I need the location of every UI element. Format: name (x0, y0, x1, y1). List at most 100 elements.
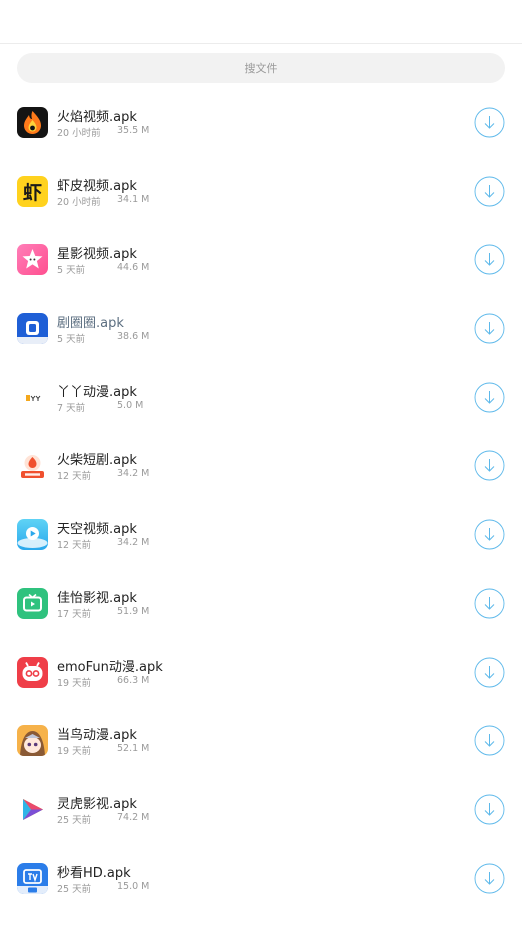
tv-icon (17, 587, 48, 619)
file-time: 25 天前 (57, 814, 92, 826)
file-time: 5 天前 (57, 334, 86, 346)
flame-icon (17, 107, 48, 138)
file-name: 星影视频.apk (57, 247, 137, 263)
file-meta: 5 天前 38.6 M (57, 331, 149, 346)
match-icon (17, 450, 48, 482)
sky-icon (17, 519, 48, 551)
download-button[interactable] (474, 863, 505, 894)
play-triangle-icon (17, 793, 48, 825)
download-button[interactable] (474, 725, 505, 756)
list-item[interactable]: 火柴短剧.apk 12 天前 34.2 M (0, 431, 522, 500)
search-input[interactable] (17, 53, 505, 83)
file-name: 秒看HD.apk (57, 865, 131, 881)
file-meta: 12 天前 34.2 M (57, 468, 149, 483)
file-meta: 19 天前 66.3 M (57, 675, 149, 689)
search-bar (0, 44, 522, 83)
file-size: 66.3 M (117, 674, 150, 686)
download-button[interactable] (474, 794, 505, 825)
tv-hd-icon (17, 862, 48, 894)
file-time: 17 天前 (57, 608, 92, 620)
emofun-icon (17, 656, 48, 688)
download-button[interactable] (474, 176, 505, 207)
download-button[interactable] (474, 107, 505, 138)
download-button[interactable] (474, 382, 505, 413)
file-name: 灵虎影视.apk (57, 796, 137, 812)
anime-girl-icon (17, 725, 48, 757)
download-icon (474, 450, 505, 481)
file-time: 12 天前 (57, 471, 92, 483)
download-icon (474, 657, 505, 687)
file-name: 火焰视频.apk (57, 110, 137, 125)
file-size: 34.2 M (117, 537, 150, 549)
download-button[interactable] (474, 244, 505, 275)
file-size: 38.6 M (117, 331, 150, 343)
list-item[interactable]: 灵虎影视.apk 25 天前 74.2 M (0, 775, 522, 844)
file-meta: 20 小时前 35.5 M (57, 125, 149, 139)
file-meta: 25 天前 74.2 M (57, 812, 149, 826)
list-item[interactable]: 剧圈圈.apk 5 天前 38.6 M (0, 294, 522, 363)
file-name: 虾皮视频.apk (57, 178, 137, 194)
file-size: 34.1 M (117, 193, 150, 205)
svg-text:虾: 虾 (23, 182, 42, 204)
file-meta: 19 天前 52.1 M (57, 743, 149, 758)
file-name: 当鸟动漫.apk (57, 728, 137, 744)
file-time: 20 小时前 (57, 196, 101, 208)
file-time: 25 天前 (57, 883, 92, 895)
file-time: 20 小时前 (57, 128, 101, 139)
yaya-icon (17, 381, 48, 413)
list-item[interactable]: 星影视频.apk 5 天前 44.6 M (0, 225, 522, 294)
file-size: 52.1 M (117, 743, 150, 755)
download-icon (474, 794, 505, 825)
shrimp-icon: 虾 (17, 175, 48, 207)
file-name: 火柴短剧.apk (57, 453, 137, 469)
file-size: 51.9 M (117, 605, 150, 617)
file-size: 74.2 M (117, 811, 150, 823)
list-item[interactable]: 丫丫动漫.apk 7 天前 5.0 M (0, 363, 522, 432)
download-button[interactable] (474, 588, 505, 619)
download-button[interactable] (474, 657, 505, 688)
download-icon (474, 863, 505, 894)
list-item[interactable]: emoFun动漫.apk 19 天前 66.3 M (0, 638, 522, 707)
file-size: 35.5 M (117, 125, 150, 136)
file-time: 12 天前 (57, 540, 92, 552)
download-button[interactable] (474, 313, 505, 344)
download-icon (474, 588, 505, 619)
file-time: 7 天前 (57, 402, 86, 414)
file-meta: 7 天前 5.0 M (57, 400, 143, 414)
download-icon (474, 244, 505, 275)
list-item[interactable]: 火焰视频.apk 20 小时前 35.5 M (0, 88, 522, 157)
file-time: 19 天前 (57, 677, 92, 689)
file-list: 火焰视频.apk 20 小时前 35.5 M 虾 虾皮视频.apk 20 小时前… (0, 88, 522, 912)
list-item[interactable]: 虾 虾皮视频.apk 20 小时前 34.1 M (0, 157, 522, 226)
file-name: 剧圈圈.apk (57, 316, 124, 332)
file-meta: 5 天前 44.6 M (57, 262, 149, 277)
download-icon (474, 313, 505, 344)
download-button[interactable] (474, 450, 505, 481)
file-meta: 12 天前 34.2 M (57, 537, 149, 552)
download-icon (474, 176, 505, 207)
top-bar (0, 0, 522, 44)
file-name: 天空视频.apk (57, 522, 137, 538)
file-size: 44.6 M (117, 262, 150, 274)
file-time: 19 天前 (57, 746, 92, 758)
list-item[interactable]: 当鸟动漫.apk 19 天前 52.1 M (0, 706, 522, 775)
file-name: 佳怡影视.apk (57, 590, 137, 606)
file-meta: 20 小时前 34.1 M (57, 194, 149, 208)
file-meta: 17 天前 51.9 M (57, 606, 149, 620)
download-icon (474, 107, 505, 138)
download-icon (474, 382, 505, 413)
download-button[interactable] (474, 519, 505, 550)
list-item[interactable]: 天空视频.apk 12 天前 34.2 M (0, 500, 522, 569)
star-icon (17, 244, 48, 276)
list-item[interactable]: 秒看HD.apk 25 天前 15.0 M (0, 844, 522, 913)
file-size: 34.2 M (117, 468, 150, 480)
download-icon (474, 725, 505, 756)
file-size: 5.0 M (117, 399, 144, 411)
juquanquan-icon (17, 313, 48, 345)
download-icon (474, 519, 505, 550)
file-time: 5 天前 (57, 265, 86, 277)
list-item[interactable]: 佳怡影视.apk 17 天前 51.9 M (0, 569, 522, 638)
file-size: 15.0 M (117, 880, 150, 892)
file-meta: 25 天前 15.0 M (57, 881, 149, 895)
file-name: 丫丫动漫.apk (57, 384, 137, 400)
